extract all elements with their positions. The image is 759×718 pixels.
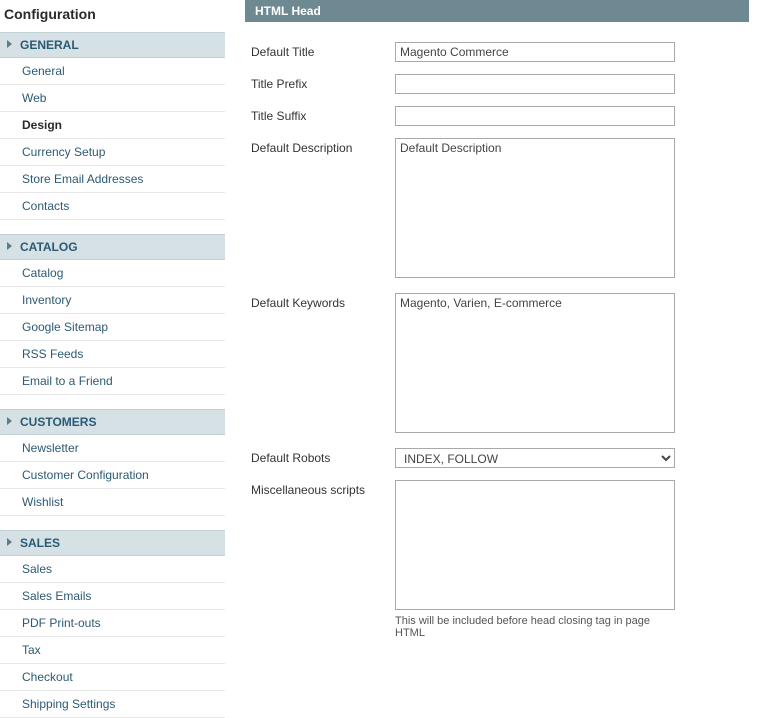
- sidebar-item-contacts[interactable]: Contacts: [0, 193, 225, 220]
- sidebar-item-store-email-addresses[interactable]: Store Email Addresses: [0, 166, 225, 193]
- sidebar-section-sales[interactable]: SALES: [0, 530, 225, 556]
- label-default-keywords: Default Keywords: [245, 293, 395, 310]
- sidebar-item-currency-setup[interactable]: Currency Setup: [0, 139, 225, 166]
- chevron-right-icon: [7, 40, 12, 48]
- misc-scripts-textarea[interactable]: [395, 480, 675, 610]
- panel-header[interactable]: HTML Head: [245, 0, 749, 22]
- sidebar: Configuration GENERAL General Web Design…: [0, 0, 225, 718]
- sidebar-item-google-sitemap[interactable]: Google Sitemap: [0, 314, 225, 341]
- sidebar-item-customer-configuration[interactable]: Customer Configuration: [0, 462, 225, 489]
- sidebar-section-label: GENERAL: [20, 38, 79, 52]
- sidebar-item-newsletter[interactable]: Newsletter: [0, 435, 225, 462]
- label-default-title: Default Title: [245, 42, 395, 59]
- sidebar-item-inventory[interactable]: Inventory: [0, 287, 225, 314]
- label-title-prefix: Title Prefix: [245, 74, 395, 91]
- title-prefix-input[interactable]: [395, 74, 675, 94]
- sidebar-section-general[interactable]: GENERAL: [0, 32, 225, 58]
- sidebar-item-email-to-a-friend[interactable]: Email to a Friend: [0, 368, 225, 395]
- default-title-input[interactable]: [395, 42, 675, 62]
- sidebar-item-sales[interactable]: Sales: [0, 556, 225, 583]
- sidebar-item-pdf-print-outs[interactable]: PDF Print-outs: [0, 610, 225, 637]
- sidebar-item-checkout[interactable]: Checkout: [0, 664, 225, 691]
- sidebar-item-general[interactable]: General: [0, 58, 225, 85]
- sidebar-section-label: SALES: [20, 536, 60, 550]
- sidebar-title: Configuration: [0, 0, 225, 32]
- config-form: Default Title Title Prefix Title Suffix …: [245, 36, 749, 645]
- sidebar-section-customers[interactable]: CUSTOMERS: [0, 409, 225, 435]
- sidebar-item-catalog[interactable]: Catalog: [0, 260, 225, 287]
- sidebar-section-label: CUSTOMERS: [20, 415, 96, 429]
- sidebar-section-catalog[interactable]: CATALOG: [0, 234, 225, 260]
- label-default-robots: Default Robots: [245, 448, 395, 465]
- sidebar-section-label: CATALOG: [20, 240, 78, 254]
- label-title-suffix: Title Suffix: [245, 106, 395, 123]
- default-keywords-textarea[interactable]: [395, 293, 675, 433]
- label-misc-scripts: Miscellaneous scripts: [245, 480, 395, 497]
- chevron-right-icon: [7, 242, 12, 250]
- chevron-right-icon: [7, 417, 12, 425]
- default-description-textarea[interactable]: [395, 138, 675, 278]
- label-default-description: Default Description: [245, 138, 395, 155]
- title-suffix-input[interactable]: [395, 106, 675, 126]
- sidebar-item-wishlist[interactable]: Wishlist: [0, 489, 225, 516]
- sidebar-item-sales-emails[interactable]: Sales Emails: [0, 583, 225, 610]
- main-panel: HTML Head Default Title Title Prefix Tit…: [225, 0, 759, 718]
- chevron-right-icon: [7, 538, 12, 546]
- default-robots-select[interactable]: INDEX, FOLLOW: [395, 448, 675, 468]
- sidebar-item-web[interactable]: Web: [0, 85, 225, 112]
- sidebar-item-rss-feeds[interactable]: RSS Feeds: [0, 341, 225, 368]
- sidebar-item-tax[interactable]: Tax: [0, 637, 225, 664]
- sidebar-item-shipping-settings[interactable]: Shipping Settings: [0, 691, 225, 718]
- sidebar-item-design[interactable]: Design: [0, 112, 225, 139]
- misc-scripts-help: This will be included before head closin…: [395, 613, 675, 639]
